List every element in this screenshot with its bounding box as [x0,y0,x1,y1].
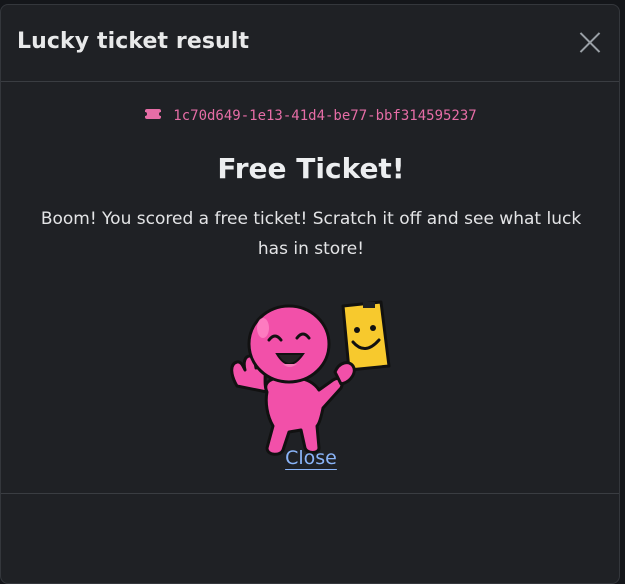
close-button[interactable]: Close [285,447,337,469]
pink-character-illustration [230,300,391,456]
ticket-id: 1c70d649-1e13-41d4-be77-bbf314595237 [173,108,477,124]
lucky-ticket-dialog: Lucky ticket result 1c70d649-1e13-41d4-b… [0,4,620,584]
close-icon[interactable] [579,31,601,53]
dialog-title: Lucky ticket result [17,29,250,54]
dialog-body: 1c70d649-1e13-41d4-be77-bbf314595237 Fre… [1,82,619,494]
result-message: Boom! You scored a free ticket! Scratch … [40,209,582,259]
ticket-icon [143,109,164,119]
character-body [230,304,344,456]
ticket-id-row: 1c70d649-1e13-41d4-be77-bbf314595237 [1,108,619,124]
yellow-ticket [333,300,391,386]
close-link-row: Close [1,447,619,469]
dialog-header: Lucky ticket result [1,5,619,82]
result-title: Free Ticket! [217,152,405,185]
